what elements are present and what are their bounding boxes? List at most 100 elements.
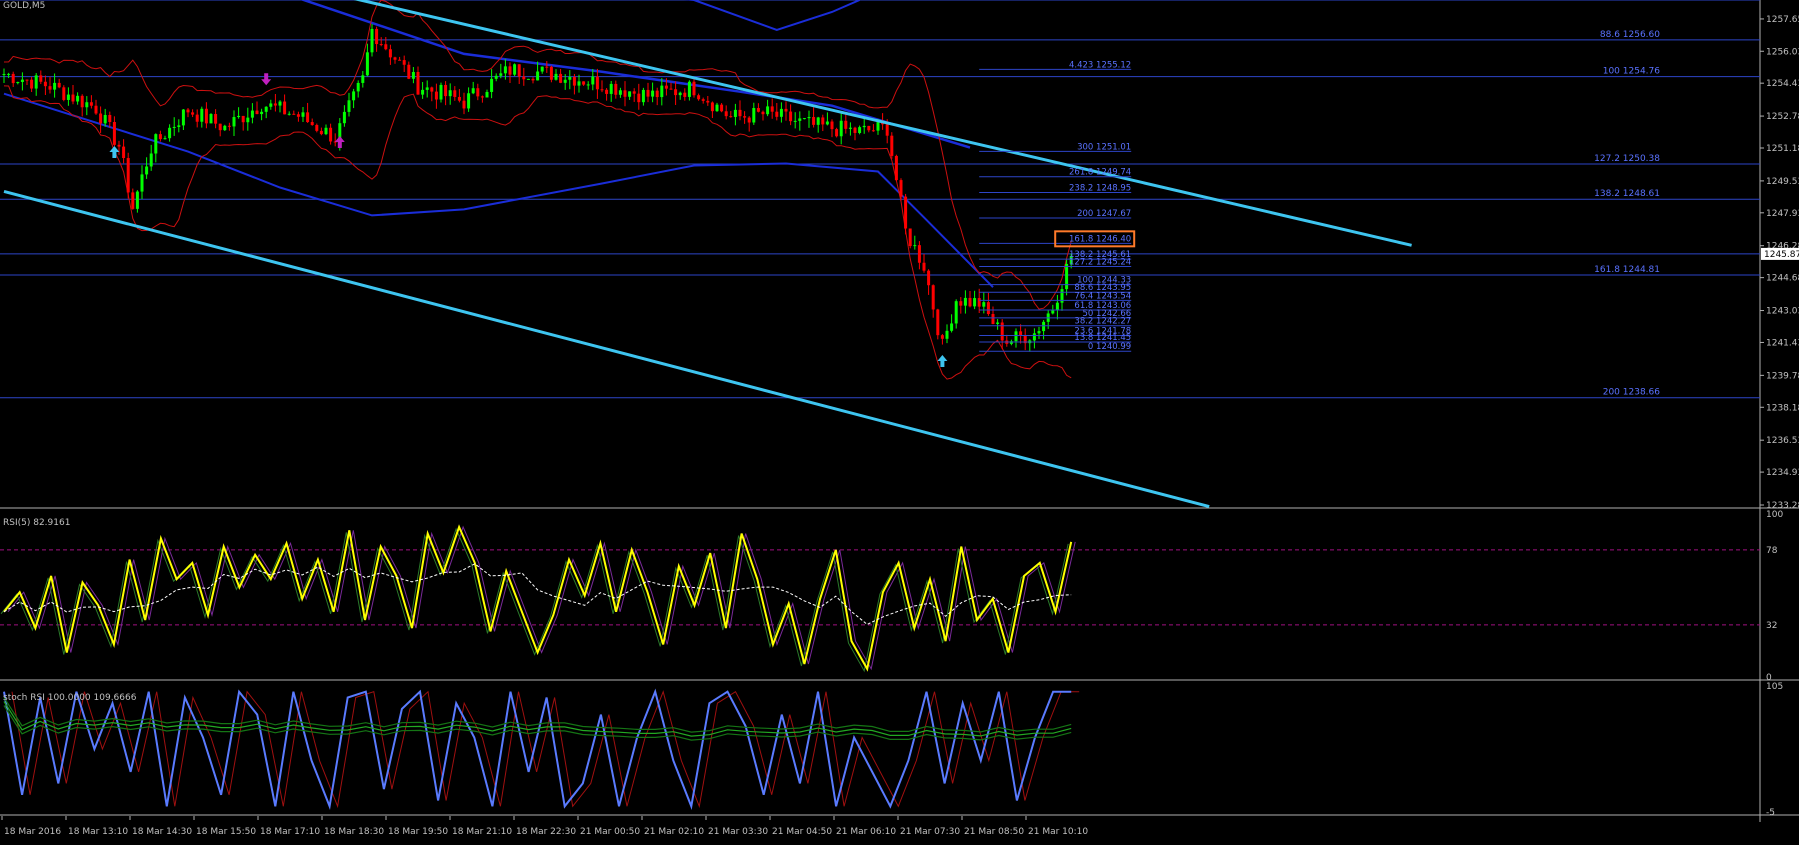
candle-body xyxy=(678,92,682,96)
chart-canvas[interactable]: 1257.65 1256.03 1254.43 1252.78 1251.18 1249.… xyxy=(0,0,1799,841)
fib-level-label: 238.2 1248.95 xyxy=(1069,183,1131,193)
candle-body xyxy=(154,134,158,154)
candle-body xyxy=(835,129,839,137)
candle-body xyxy=(66,94,70,100)
main-panel-title: GOLD,M5 xyxy=(3,1,45,11)
rsi-tick-label: 78 xyxy=(1766,546,1778,556)
candle-body xyxy=(11,73,15,84)
candle-body xyxy=(798,118,802,121)
candle-body xyxy=(126,158,130,193)
candle-body xyxy=(329,127,333,142)
candle-body xyxy=(582,81,586,85)
candle-body xyxy=(393,57,397,60)
candle-body xyxy=(848,127,852,129)
candle-body xyxy=(319,130,323,135)
price-tick-label: 1254.43 xyxy=(1766,79,1799,89)
candle-body xyxy=(237,115,241,118)
stoch-panel-title: stoch RSI 100.0000 109.6666 xyxy=(3,693,137,703)
candle-body xyxy=(352,91,356,101)
candle-body xyxy=(356,82,360,92)
candle-body xyxy=(103,114,107,124)
candle-body xyxy=(807,117,811,119)
candle-body xyxy=(710,102,714,112)
candle-body xyxy=(310,122,314,125)
candle-body xyxy=(632,91,636,94)
candle-body xyxy=(977,298,981,307)
candle-body xyxy=(936,309,940,336)
candle-body xyxy=(867,125,871,131)
candle-body xyxy=(379,44,383,46)
candle-body xyxy=(674,89,678,96)
candle-body xyxy=(973,298,977,307)
candle-body xyxy=(577,81,581,86)
price-tick-label: 1256.03 xyxy=(1766,47,1799,57)
candle-body xyxy=(1014,331,1018,342)
candle-body xyxy=(738,109,742,117)
candle-body xyxy=(264,106,268,112)
candle-body xyxy=(812,117,816,125)
candle-body xyxy=(586,84,590,86)
time-tick-label: 21 Mar 08:50 xyxy=(964,827,1024,837)
candle-body xyxy=(467,93,471,109)
candle-body xyxy=(646,89,650,97)
candle-body xyxy=(913,245,917,247)
candle-body xyxy=(94,105,98,114)
candle-body xyxy=(968,297,972,307)
candle-body xyxy=(996,322,1000,324)
candle-body xyxy=(76,95,80,102)
candle-body xyxy=(554,73,558,80)
rsi-panel-title: RSI(5) 82.9161 xyxy=(3,518,70,528)
candle-body xyxy=(954,301,958,324)
candle-body xyxy=(775,111,779,117)
candle-body xyxy=(140,174,144,192)
candle-body xyxy=(853,127,857,133)
candle-body xyxy=(278,101,282,106)
candle-body xyxy=(416,71,420,95)
time-tick-label: 18 Mar 22:30 xyxy=(516,827,576,837)
candle-body xyxy=(595,76,599,90)
candle-body xyxy=(273,103,277,106)
price-tick-label: 1247.93 xyxy=(1766,209,1799,219)
candle-body xyxy=(62,87,66,100)
candle-body xyxy=(637,93,641,103)
candle-body xyxy=(39,75,43,82)
candle-body xyxy=(733,109,737,117)
candle-body xyxy=(218,123,222,131)
candle-body xyxy=(370,28,374,53)
candle-body xyxy=(917,245,921,263)
fib-level-label: 127.2 1245.24 xyxy=(1069,257,1131,267)
candle-body xyxy=(439,84,443,100)
candle-body xyxy=(135,191,139,209)
price-tick-label: 1241.43 xyxy=(1766,338,1799,348)
candle-body xyxy=(149,153,153,167)
fib-level-label: 200 1247.67 xyxy=(1077,209,1131,219)
candle-body xyxy=(85,102,89,108)
candle-body xyxy=(747,117,751,123)
candle-body xyxy=(743,116,747,118)
candle-body xyxy=(600,89,604,91)
candle-body xyxy=(568,76,572,80)
trading-chart[interactable]: 1257.65 1256.03 1254.43 1252.78 1251.18 1249.… xyxy=(0,0,1799,841)
candle-body xyxy=(761,111,765,115)
candle-body xyxy=(531,78,535,81)
candle-body xyxy=(701,99,705,101)
candle-body xyxy=(766,106,770,115)
time-tick-label: 21 Mar 07:30 xyxy=(900,827,960,837)
candle-body xyxy=(1051,310,1055,314)
candle-body xyxy=(770,106,774,112)
level-label: 138.2 1248.61 xyxy=(1594,189,1660,199)
candle-body xyxy=(641,89,645,103)
candle-body xyxy=(986,302,990,315)
candle-body xyxy=(2,73,6,75)
candle-body xyxy=(1055,302,1059,311)
candle-body xyxy=(434,91,438,100)
candle-body xyxy=(904,196,908,229)
candle-body xyxy=(687,81,691,97)
candle-body xyxy=(287,113,291,115)
candle-body xyxy=(296,114,300,117)
candle-body xyxy=(536,71,540,81)
candle-body xyxy=(724,111,728,117)
candle-body xyxy=(549,66,553,80)
time-tick-label: 18 Mar 18:30 xyxy=(324,827,384,837)
candle-body xyxy=(899,180,903,197)
